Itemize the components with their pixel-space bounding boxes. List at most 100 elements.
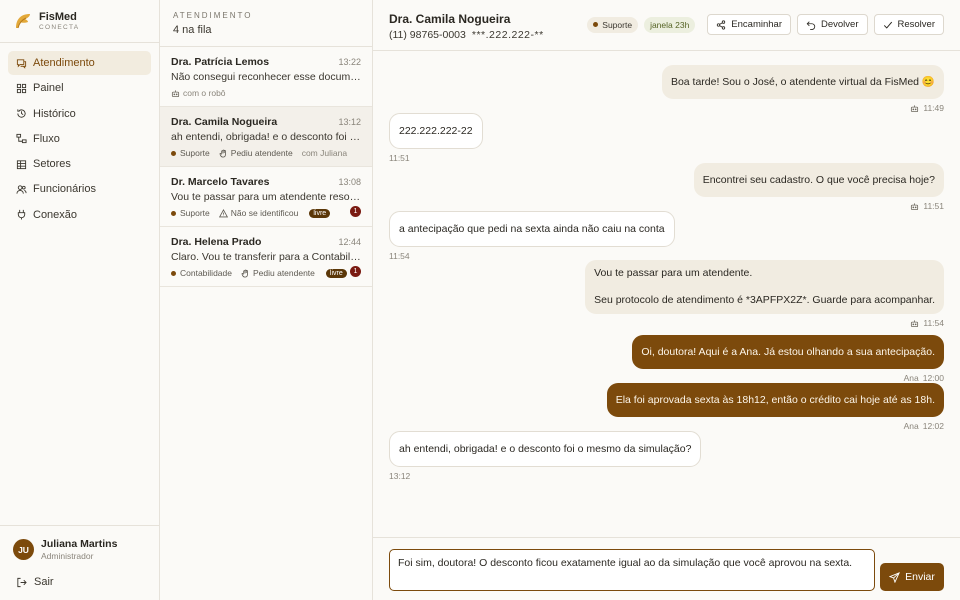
contact-cpf: ***.222.222-** [471,29,544,41]
message-bubble: a antecipação que pedi na sexta ainda nã… [389,211,675,247]
status-label: Pediu atendente [252,268,315,278]
message: Encontrei seu cadastro. O que você preci… [693,163,944,211]
main-nav: Atendimento Painel Histórico Fluxo Setor… [0,43,159,236]
current-user[interactable]: JU Juliana Martins Administrador [0,525,159,565]
resolve-label: Resolver [897,19,936,30]
conversation-item[interactable]: Dr. Marcelo Tavares 13:08 Vou te passar … [160,167,372,227]
message: a antecipação que pedi na sexta ainda nã… [389,211,675,261]
users-icon [16,184,27,195]
message-list: Boa tarde! Sou o José, o atendente virtu… [373,51,960,536]
robot-icon [911,202,919,210]
contact-phone: (11) 98765-0003 [389,29,466,41]
tag-dot-icon [171,150,176,156]
message: Vou te passar para um atendente. Seu pro… [585,260,944,328]
request-status: Não se identificou [218,208,299,218]
message-time: 11:54 [389,251,410,261]
nav-label: Setores [33,158,71,171]
resolve-button[interactable]: Resolver [873,14,944,35]
chat-icon [16,58,27,69]
message-bubble: 222.222.222-22 [389,113,483,149]
sector-tag: Suporte [171,148,210,158]
robot-status: com o robô [171,88,226,98]
message-composer: Enviar [373,537,960,600]
nav-item-conexao[interactable]: Conexão [8,203,151,227]
brand-subtitle: CONECTA [39,23,80,31]
nav-item-painel[interactable]: Painel [8,76,151,100]
message-line: Vou te passar para um atendente. [594,267,753,279]
sector-label: Contabilidade [180,268,232,278]
message-input[interactable] [389,549,875,591]
message-bubble: Encontrei seu cadastro. O que você preci… [693,163,944,197]
conversation-item[interactable]: Dra. Helena Prado 12:44 Claro. Vou te tr… [160,227,372,287]
user-role: Administrador [41,550,94,561]
message-time: 11:54 [923,318,944,328]
conversation-item[interactable]: Dra. Patrícia Lemos 13:22 Não consegui r… [160,47,372,107]
nav-item-setores[interactable]: Setores [8,152,151,176]
message: Oi, doutora! Aqui é a Ana. Já estou olha… [632,335,944,383]
header-actions: Suporte janela 23h Encaminhar Devolver R… [587,14,944,35]
message-time: 12:02 [922,421,944,431]
message: ah entendi, obrigada! e o desconto foi o… [389,431,702,481]
return-button[interactable]: Devolver [797,14,868,35]
queue-label: ATENDIMENTO [173,11,253,20]
conversation-name: Dra. Patrícia Lemos [171,56,270,68]
logout-label: Sair [34,576,54,588]
message-bubble: ah entendi, obrigada! e o desconto foi o… [389,431,702,467]
robot-icon [171,89,180,97]
nav-label: Histórico [33,107,76,120]
nav-item-fluxo[interactable]: Fluxo [8,127,151,151]
nav-item-funcionarios[interactable]: Funcionários [8,177,151,201]
sector-badge: Suporte [587,16,639,33]
plug-icon [16,209,27,220]
conversation-time: 12:44 [338,237,361,247]
robot-icon [911,104,919,112]
nav-label: Conexão [33,208,78,221]
message-time: 13:12 [389,471,411,481]
conversation-preview: Não consegui reconhecer esse documento. … [171,71,361,83]
undo-icon [806,20,816,30]
message-time: 11:49 [923,103,944,113]
nav-label: Funcionários [33,183,96,196]
history-icon [16,108,27,119]
status-label: Pediu atendente [230,148,293,158]
assigned-to: com Juliana [301,148,348,158]
queue-header: ATENDIMENTO 4 na fila [160,0,372,47]
sector-tag: Suporte [171,208,210,218]
conversation-preview: Vou te passar para um atendente resolver… [171,191,361,203]
flow-icon [16,133,27,144]
conversation-name: Dra. Helena Prado [171,236,262,248]
share-icon [717,19,726,30]
forward-button[interactable]: Encaminhar [707,14,791,35]
check-icon [883,21,892,29]
return-label: Devolver [821,19,859,30]
message: Ela foi aprovada sexta às 18h12, então o… [606,383,944,431]
conversation-time: 13:22 [338,57,361,67]
sector-label: Suporte [180,148,210,158]
chat-header: Dra. Camila Nogueira (11) 98765-0003 ***.… [373,0,960,51]
sector-tag: Contabilidade [171,268,232,278]
hand-icon [241,269,248,278]
nav-item-atendimento[interactable]: Atendimento [8,51,151,75]
forward-label: Encaminhar [731,19,782,30]
status-label: Não se identificou [230,208,299,218]
free-pill: livre [309,208,331,218]
conversation-item[interactable]: Dra. Camila Nogueira 13:12 ah entendi, o… [160,107,372,167]
logout-button[interactable]: Sair [16,576,54,588]
send-button[interactable]: Enviar [880,563,944,591]
nav-label: Atendimento [33,57,95,69]
sidebar: FisMed CONECTA Atendimento Painel Histór… [0,0,160,600]
conversation-time: 13:08 [338,177,361,187]
chat-panel: Dra. Camila Nogueira (11) 98765-0003 ***.… [373,0,960,600]
brand-name: FisMed [39,10,77,23]
message: Boa tarde! Sou o José, o atendente virtu… [661,65,944,113]
message-bubble: Boa tarde! Sou o José, o atendente virtu… [661,65,944,99]
request-status: Pediu atendente [241,268,315,278]
conversation-preview: ah entendi, obrigada! e o desconto foi o… [171,131,361,143]
warning-icon [218,208,228,217]
send-icon [889,571,901,583]
logout-icon [17,577,27,587]
message-author: Ana [903,421,919,431]
message-bubble: Vou te passar para um atendente. Seu pro… [585,260,944,314]
nav-item-historico[interactable]: Histórico [8,102,151,126]
user-name: Juliana Martins [41,537,118,550]
